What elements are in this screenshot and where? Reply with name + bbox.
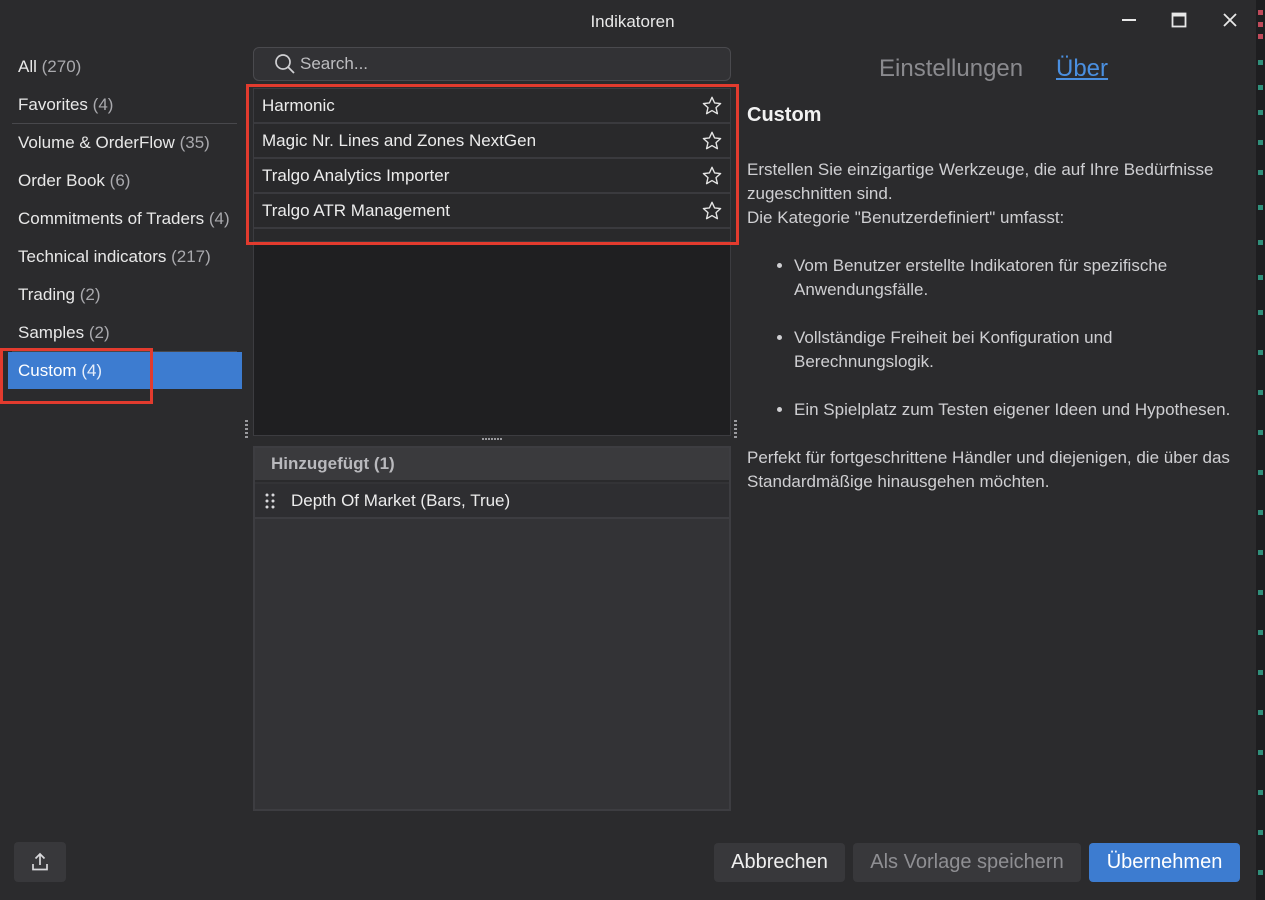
category-label: Samples bbox=[18, 323, 85, 342]
category-label: Order Book bbox=[18, 171, 105, 190]
added-item-label: Depth Of Market (Bars, True) bbox=[291, 490, 511, 510]
favorite-star-icon[interactable] bbox=[700, 94, 724, 118]
save-template-button[interactable]: Als Vorlage speichern bbox=[853, 843, 1081, 882]
indicator-list: Harmonic Magic Nr. Lines and Zones NextG… bbox=[253, 88, 731, 436]
maximize-icon bbox=[1171, 12, 1187, 28]
about-bullet: Ein Spielplatz zum Testen eigener Ideen … bbox=[794, 398, 1252, 422]
indicator-label: Tralgo Analytics Importer bbox=[262, 165, 450, 185]
category-count: (2) bbox=[79, 285, 101, 304]
about-intro: Erstellen Sie einzigartige Werkzeuge, di… bbox=[747, 160, 1214, 203]
about-title: Custom bbox=[747, 104, 822, 126]
category-count: (217) bbox=[171, 247, 211, 266]
category-label: Volume & OrderFlow bbox=[18, 133, 175, 152]
search-input[interactable] bbox=[296, 54, 730, 74]
about-panel: Custom Erstellen Sie einzigartige Werkze… bbox=[747, 100, 1252, 494]
category-count: (35) bbox=[179, 133, 210, 152]
close-icon bbox=[1223, 13, 1237, 27]
window-title: Indikatoren bbox=[590, 12, 675, 31]
category-label: Trading bbox=[18, 285, 76, 304]
close-button[interactable] bbox=[1215, 8, 1245, 32]
indicator-label: Tralgo ATR Management bbox=[262, 200, 451, 220]
added-item[interactable]: Depth Of Market (Bars, True) bbox=[255, 484, 729, 519]
category-order-book[interactable]: Order Book (6) bbox=[0, 162, 245, 200]
indicator-item[interactable]: Magic Nr. Lines and Zones NextGen bbox=[254, 124, 730, 159]
added-header: Hinzugefügt (1) bbox=[255, 448, 729, 482]
minimize-button[interactable] bbox=[1114, 8, 1144, 32]
category-label: Technical indicators bbox=[18, 247, 167, 266]
resize-handle-right-icon[interactable] bbox=[734, 420, 737, 438]
added-panel: Hinzugefügt (1) Depth Of Market (Bars, T… bbox=[253, 446, 731, 811]
search-icon bbox=[275, 54, 295, 74]
category-volume-orderflow[interactable]: Volume & OrderFlow (35) bbox=[0, 124, 245, 162]
category-count: (270) bbox=[41, 57, 82, 76]
indicator-item[interactable]: Tralgo Analytics Importer bbox=[254, 159, 730, 194]
cancel-button[interactable]: Abbrechen bbox=[714, 843, 845, 882]
indicator-label: Harmonic bbox=[262, 95, 335, 115]
category-commitments-of-traders[interactable]: Commitments of Traders (4) bbox=[0, 200, 245, 238]
about-closing: Perfekt für fortgeschrittene Händler und… bbox=[747, 448, 1230, 491]
category-favorites[interactable]: Favorites (4) bbox=[0, 86, 245, 124]
category-technical-indicators[interactable]: Technical indicators (217) bbox=[0, 238, 245, 276]
category-label: All bbox=[18, 57, 37, 76]
title-bar: Indikatoren bbox=[0, 0, 1265, 44]
category-count: (2) bbox=[88, 323, 110, 342]
minimize-icon bbox=[1122, 19, 1136, 21]
export-icon bbox=[32, 852, 48, 871]
category-samples[interactable]: Samples (2) bbox=[0, 314, 245, 352]
indicator-item[interactable]: Tralgo ATR Management bbox=[254, 194, 730, 229]
export-button[interactable] bbox=[14, 842, 66, 882]
tab-settings[interactable]: Einstellungen bbox=[879, 55, 1023, 83]
about-bullet-list: Vom Benutzer erstellte Indikatoren für s… bbox=[747, 254, 1252, 422]
background-chart-edge bbox=[1256, 0, 1265, 900]
category-count: (4) bbox=[208, 209, 230, 228]
category-label: Favorites bbox=[18, 95, 88, 114]
list-spacer bbox=[254, 229, 730, 243]
category-all[interactable]: All (270) bbox=[0, 48, 245, 86]
favorite-star-icon[interactable] bbox=[700, 129, 724, 153]
apply-button[interactable]: Übernehmen bbox=[1089, 843, 1240, 882]
search-box[interactable] bbox=[253, 47, 731, 81]
about-bullet: Vom Benutzer erstellte Indikatoren für s… bbox=[794, 254, 1252, 302]
drag-handle-icon[interactable] bbox=[265, 493, 279, 509]
indicator-label: Magic Nr. Lines and Zones NextGen bbox=[262, 130, 537, 150]
category-label: Commitments of Traders bbox=[18, 209, 205, 228]
indicator-item[interactable]: Harmonic bbox=[254, 89, 730, 124]
category-count: (6) bbox=[109, 171, 131, 190]
category-custom[interactable]: Custom (4) bbox=[8, 352, 242, 389]
about-intro-category: Die Kategorie "Benutzerdefiniert" umfass… bbox=[747, 208, 1065, 227]
tab-about[interactable]: Über bbox=[1056, 55, 1108, 83]
resize-handle-left-icon[interactable] bbox=[245, 420, 248, 438]
favorite-star-icon[interactable] bbox=[700, 199, 724, 223]
favorite-star-icon[interactable] bbox=[700, 164, 724, 188]
category-list: All (270) Favorites (4) Volume & OrderFl… bbox=[0, 48, 245, 389]
maximize-button[interactable] bbox=[1164, 8, 1194, 32]
about-bullet: Vollständige Freiheit bei Konfiguration … bbox=[794, 326, 1252, 374]
category-count: (4) bbox=[81, 361, 103, 380]
splitter-grip-icon[interactable] bbox=[482, 437, 502, 442]
category-count: (4) bbox=[92, 95, 114, 114]
category-label: Custom bbox=[18, 361, 77, 380]
category-trading[interactable]: Trading (2) bbox=[0, 276, 245, 314]
